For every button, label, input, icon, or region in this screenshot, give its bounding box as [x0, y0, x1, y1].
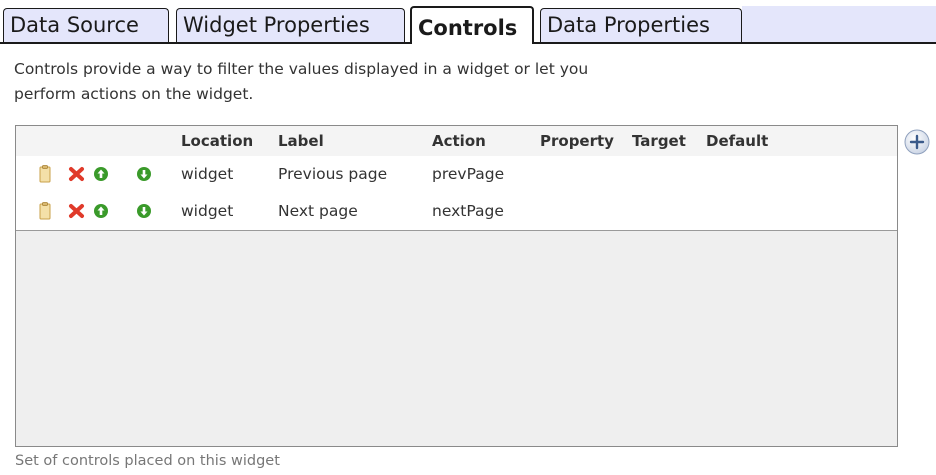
tab-bar-fill: [742, 6, 936, 42]
tab-data-properties[interactable]: Data Properties: [540, 8, 742, 42]
move-up-icon[interactable]: [93, 165, 109, 183]
column-header-location[interactable]: Location: [181, 132, 253, 150]
plus-icon: [904, 129, 930, 155]
cell-location: widget: [181, 165, 234, 183]
tab-data-source[interactable]: Data Source: [3, 8, 169, 42]
description-line-2: perform actions on the widget.: [14, 85, 254, 103]
controls-table: Location Label Action Property Target De…: [15, 125, 898, 447]
cell-action: prevPage: [432, 165, 505, 183]
cell-location: widget: [181, 202, 234, 220]
table-header: Location Label Action Property Target De…: [16, 126, 897, 157]
tab-widget-properties[interactable]: Widget Properties: [176, 8, 405, 42]
controls-description: Controls provide a way to filter the val…: [14, 57, 754, 107]
column-header-property[interactable]: Property: [540, 132, 614, 150]
tab-bar: Data Source Widget Properties Controls D…: [0, 0, 936, 44]
cell-label: Previous page: [278, 165, 388, 183]
clipboard-icon[interactable]: [38, 165, 54, 183]
table-row[interactable]: widget Next page nextPage: [16, 193, 897, 231]
move-up-icon[interactable]: [93, 202, 109, 220]
column-header-action[interactable]: Action: [432, 132, 486, 150]
move-down-icon[interactable]: [136, 202, 152, 220]
table-help-text: Set of controls placed on this widget: [15, 453, 280, 469]
tab-controls[interactable]: Controls: [410, 6, 534, 44]
delete-icon[interactable]: [68, 202, 84, 220]
cell-label: Next page: [278, 202, 358, 220]
description-line-1: Controls provide a way to filter the val…: [14, 60, 589, 78]
column-header-label[interactable]: Label: [278, 132, 324, 150]
column-header-target[interactable]: Target: [632, 132, 686, 150]
delete-icon[interactable]: [68, 165, 84, 183]
add-control-button[interactable]: [903, 128, 931, 156]
clipboard-icon[interactable]: [38, 202, 54, 220]
column-header-default[interactable]: Default: [706, 132, 768, 150]
cell-action: nextPage: [432, 202, 504, 220]
move-down-icon[interactable]: [136, 165, 152, 183]
table-row[interactable]: widget Previous page prevPage: [16, 156, 897, 194]
